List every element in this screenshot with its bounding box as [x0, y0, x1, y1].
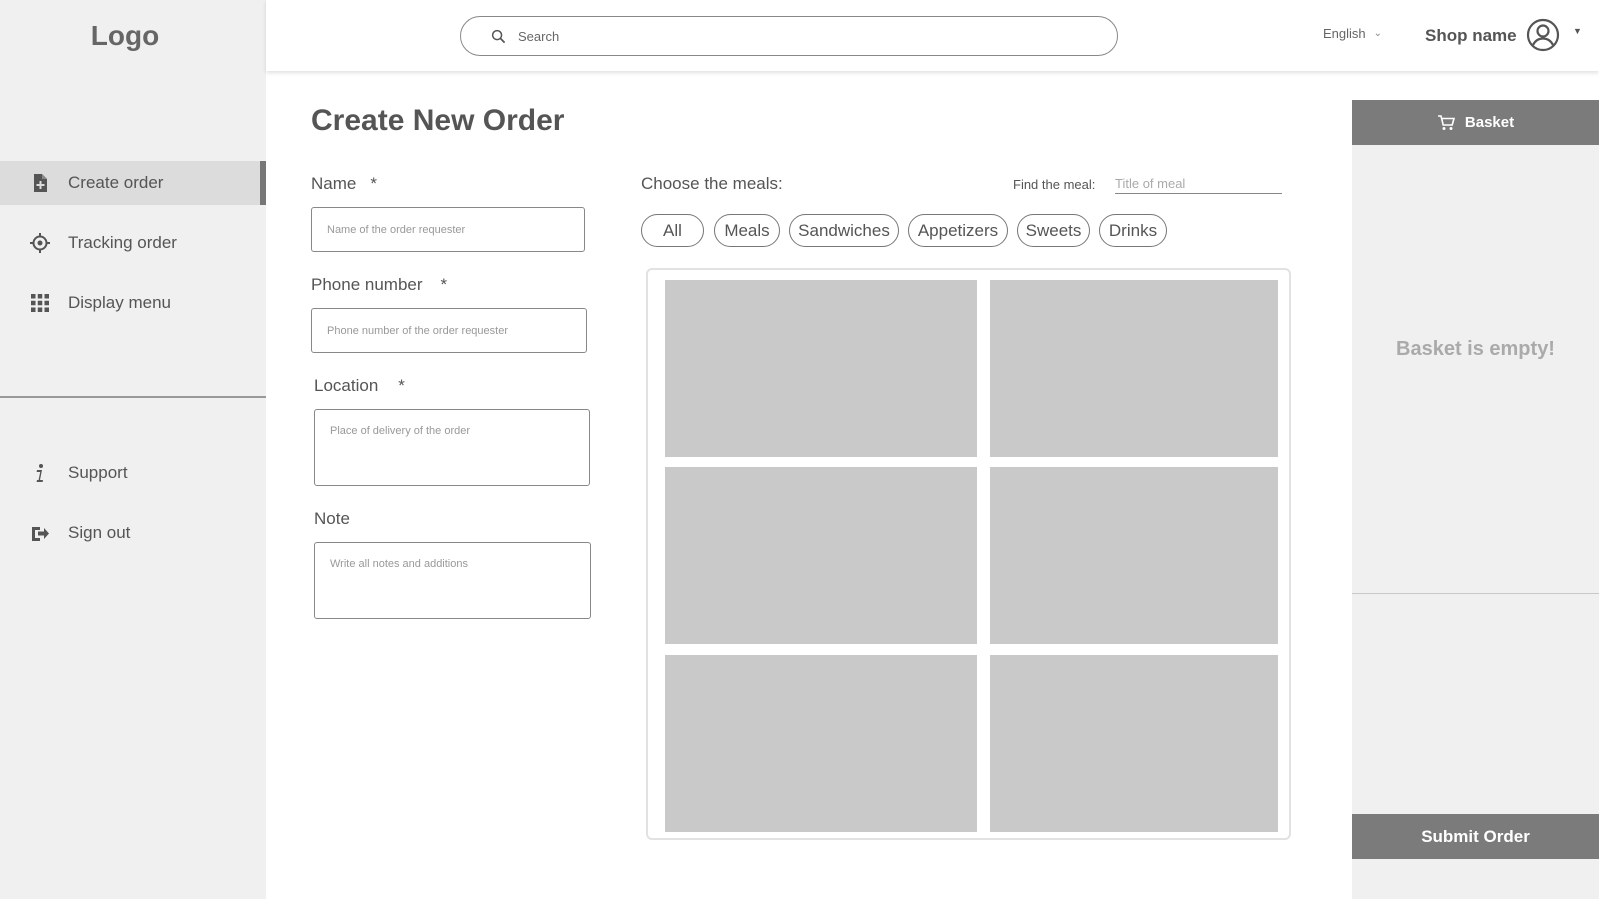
- sidebar-item-tracking-order[interactable]: Tracking order: [0, 221, 266, 265]
- meal-card[interactable]: [665, 655, 977, 832]
- logo: Logo: [90, 20, 160, 51]
- phone-field[interactable]: [311, 308, 587, 353]
- sidebar: Logo Create order Tracking order Display…: [0, 0, 266, 899]
- sign-out-icon: [30, 523, 50, 543]
- basket-header: Basket: [1352, 100, 1599, 145]
- user-circle-icon[interactable]: [1526, 18, 1560, 52]
- sidebar-item-label: Tracking order: [68, 233, 177, 252]
- sidebar-item-label: Support: [68, 463, 128, 482]
- info-icon: [30, 463, 50, 483]
- search-icon: [491, 29, 518, 44]
- language-label: English: [1323, 26, 1366, 41]
- caret-down-icon[interactable]: ▼: [1573, 26, 1582, 36]
- meal-card[interactable]: [665, 280, 977, 457]
- phone-label: Phone number *: [311, 275, 447, 295]
- note-field[interactable]: [314, 542, 591, 619]
- location-field[interactable]: [314, 409, 590, 486]
- sidebar-item-sign-out[interactable]: Sign out: [0, 511, 266, 555]
- required-mark: *: [398, 376, 405, 395]
- top-bar: English ⌄ Shop name ▼: [266, 0, 1599, 71]
- find-meal-label: Find the meal:: [1013, 177, 1096, 192]
- crosshair-icon: [30, 233, 50, 253]
- search-input[interactable]: [518, 28, 1078, 44]
- basket-title: Basket: [1464, 114, 1515, 131]
- sidebar-item-display-menu[interactable]: Display menu: [0, 281, 266, 325]
- sidebar-item-label: Display menu: [68, 293, 171, 312]
- basket-empty-message: Basket is empty!: [1396, 338, 1555, 360]
- chevron-down-icon: ⌄: [1373, 28, 1383, 39]
- sidebar-item-label: Sign out: [68, 523, 131, 542]
- grid-icon: [30, 293, 50, 313]
- name-label: Name *: [311, 174, 377, 194]
- page-title: Create New Order: [311, 104, 565, 137]
- sidebar-item-create-order[interactable]: Create order: [0, 161, 266, 205]
- find-meal-input[interactable]: [1115, 174, 1282, 194]
- phone-label-text: Phone number: [311, 275, 423, 294]
- name-field[interactable]: [311, 207, 585, 252]
- shop-name: Shop name: [1425, 26, 1517, 45]
- sidebar-divider: [0, 396, 266, 398]
- basket-panel: [1352, 100, 1599, 899]
- meal-card[interactable]: [990, 467, 1278, 644]
- cart-icon: [1437, 114, 1465, 131]
- meal-card[interactable]: [665, 467, 977, 644]
- note-label-text: Note: [314, 509, 350, 528]
- name-label-text: Name: [311, 174, 357, 193]
- category-sweets[interactable]: Sweets: [1017, 214, 1090, 247]
- note-label: Note: [314, 509, 350, 529]
- required-mark: *: [440, 275, 448, 294]
- sidebar-item-label: Create order: [68, 173, 164, 192]
- choose-meals-label: Choose the meals:: [641, 174, 783, 193]
- location-label-text: Location: [314, 376, 379, 395]
- file-plus-icon: [30, 173, 50, 193]
- basket-divider: [1352, 593, 1599, 594]
- category-meals[interactable]: Meals: [714, 214, 780, 247]
- category-all[interactable]: All: [641, 214, 704, 247]
- meal-card[interactable]: [990, 280, 1278, 457]
- category-appetizers[interactable]: Appetizers: [908, 214, 1008, 247]
- submit-order-button[interactable]: Submit Order: [1352, 814, 1599, 859]
- meal-card[interactable]: [990, 655, 1278, 832]
- category-sandwiches[interactable]: Sandwiches: [789, 214, 899, 247]
- search-box[interactable]: [460, 16, 1118, 56]
- meals-grid: [646, 268, 1291, 840]
- sidebar-item-support[interactable]: Support: [0, 451, 266, 495]
- language-selector[interactable]: English ⌄: [1323, 26, 1382, 41]
- location-label: Location *: [314, 376, 405, 396]
- required-mark: *: [370, 174, 377, 193]
- category-drinks[interactable]: Drinks: [1099, 214, 1167, 247]
